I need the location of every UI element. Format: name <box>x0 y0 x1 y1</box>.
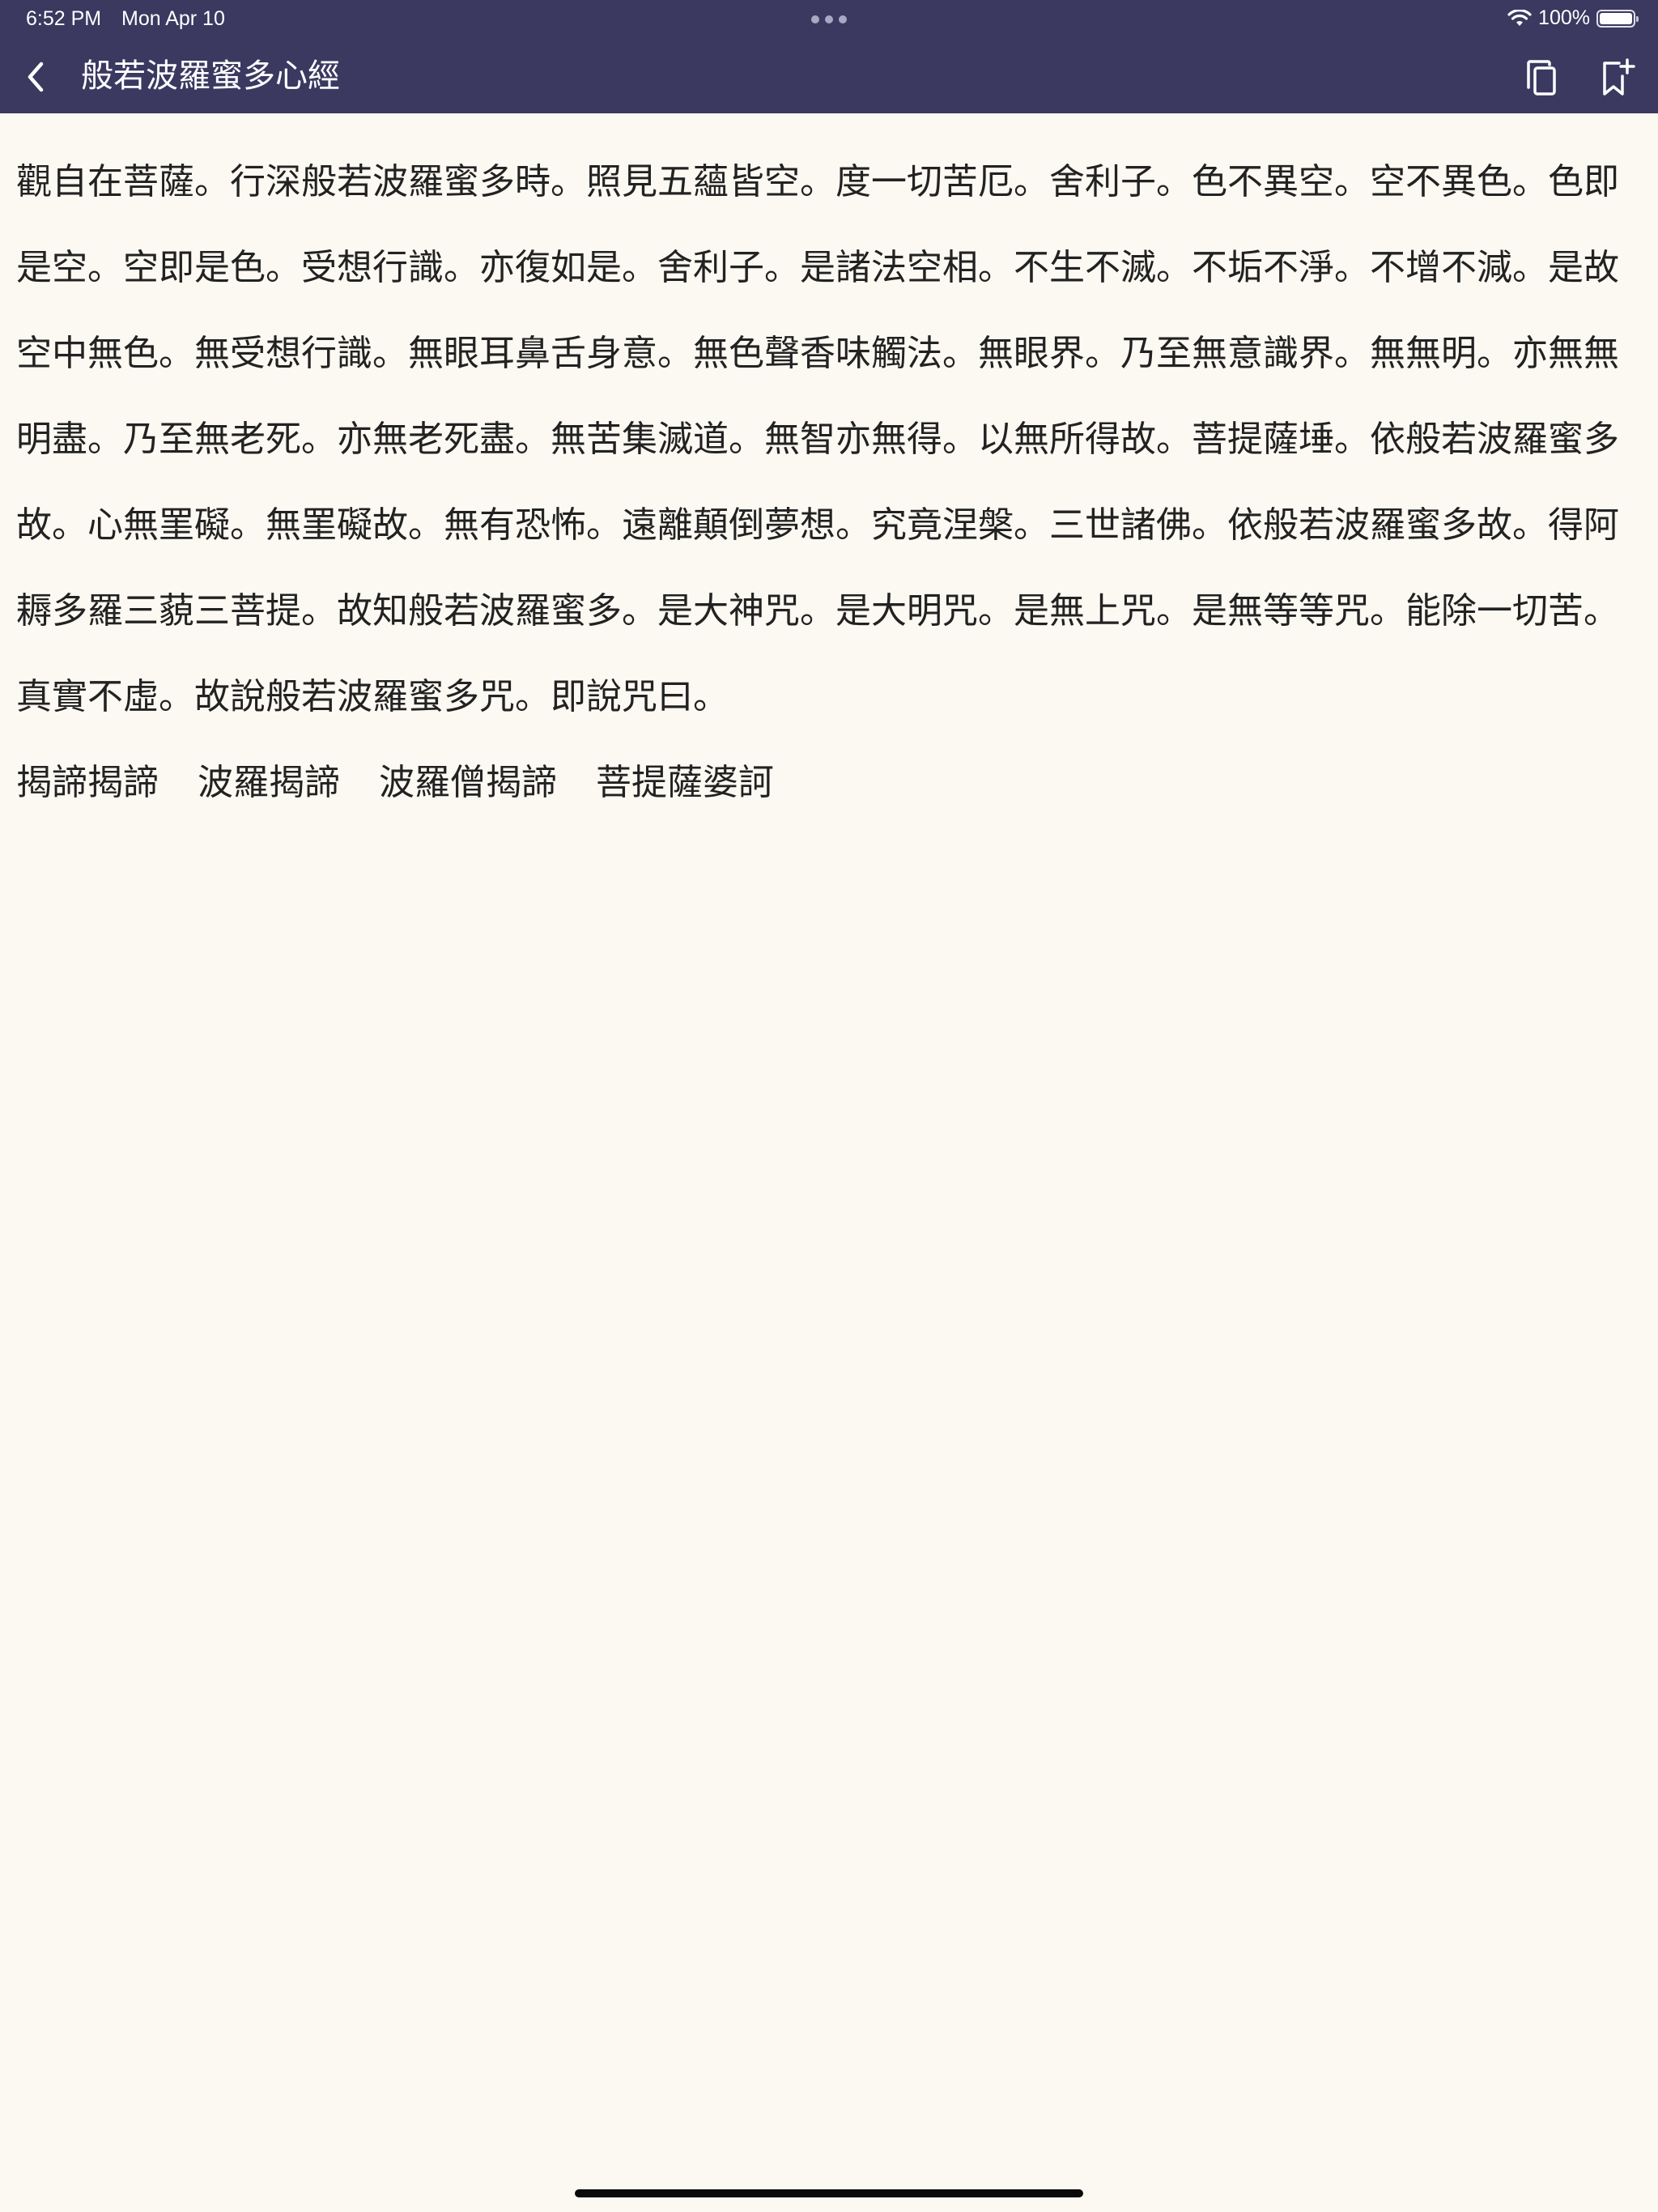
copy-button[interactable] <box>1522 55 1562 100</box>
mantra-phrase: 菩提薩婆訶 <box>596 762 774 803</box>
bookmark-add-button[interactable] <box>1596 55 1637 100</box>
mantra-phrase: 波羅僧揭諦 <box>379 762 557 803</box>
back-button[interactable] <box>18 57 53 97</box>
battery-percent: 100% <box>1538 6 1590 29</box>
page-title: 般若波羅蜜多心經 <box>81 57 340 95</box>
chevron-left-icon <box>28 62 44 92</box>
status-right: 100% <box>1507 6 1639 30</box>
multitasking-dots-icon[interactable] <box>811 15 847 23</box>
wifi-icon <box>1507 9 1532 28</box>
status-date: Mon Apr 10 <box>121 7 225 30</box>
mantra-phrase: 波羅揭諦 <box>198 762 340 803</box>
sutra-text: 觀自在菩薩。行深般若波羅蜜多時。照見五蘊皆空。度一切苦厄。舍利子。色不異空。空不… <box>16 161 1619 717</box>
home-indicator[interactable] <box>575 2189 1083 2197</box>
bookmark-add-icon <box>1603 58 1635 96</box>
status-time: 6:52 PM <box>26 7 102 30</box>
mantra-phrase: 揭諦揭諦 <box>16 762 159 803</box>
battery-icon <box>1596 9 1639 28</box>
navigation-bar: 般若波羅蜜多心經 <box>0 39 1658 113</box>
copy-icon <box>1527 60 1556 96</box>
status-bar: 6:52 PM Mon Apr 10 100% <box>0 0 1658 39</box>
mantra-line: 揭諦揭諦 波羅揭諦 波羅僧揭諦 菩提薩婆訶 <box>16 740 774 826</box>
